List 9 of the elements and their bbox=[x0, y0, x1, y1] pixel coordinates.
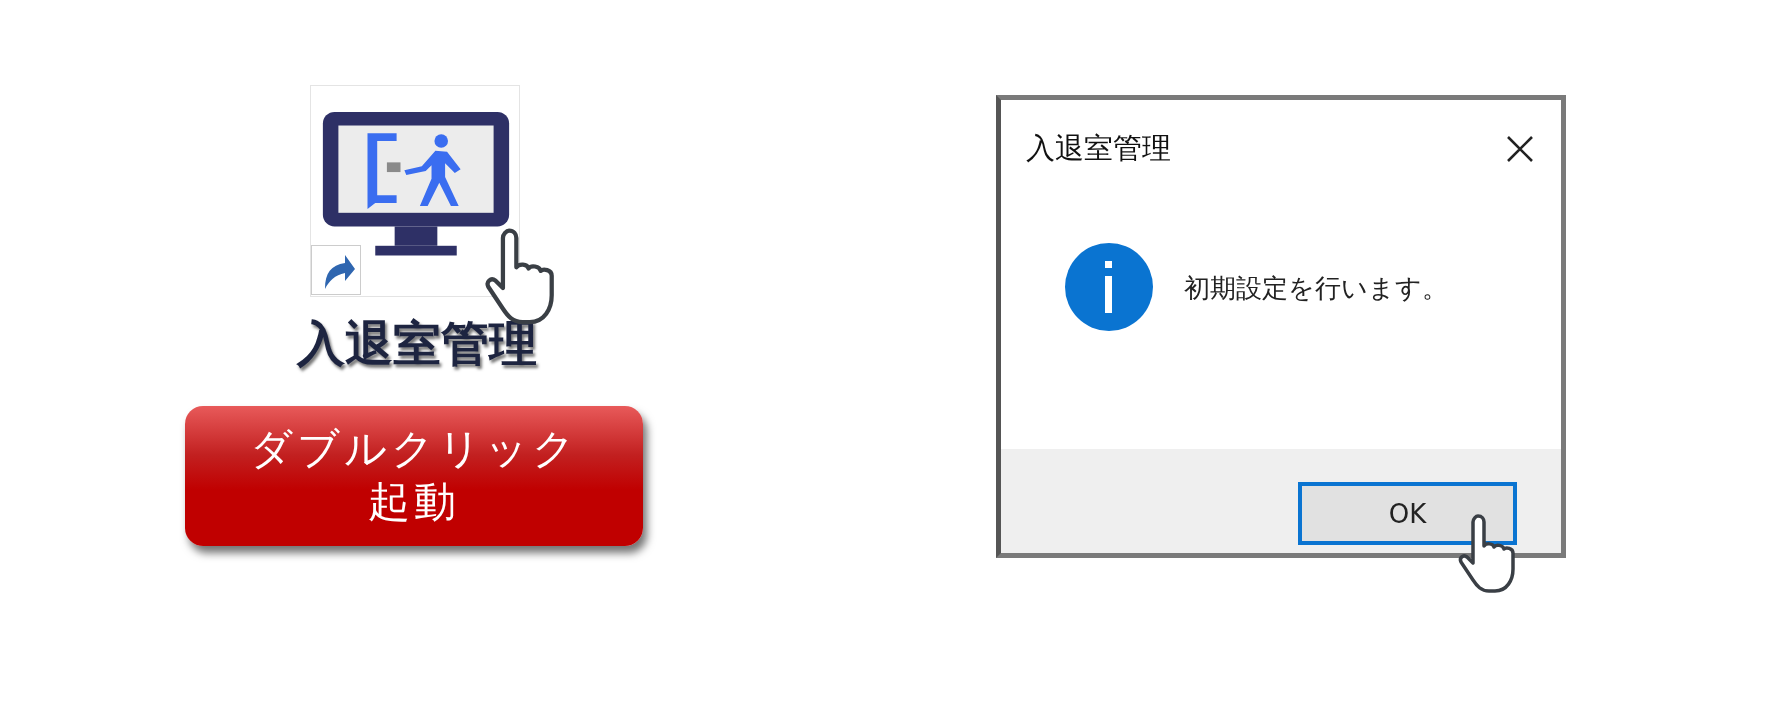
ok-button[interactable]: OK bbox=[1298, 482, 1517, 545]
shortcut-label[interactable]: 入退室管理 bbox=[291, 317, 537, 370]
close-icon[interactable] bbox=[1505, 134, 1535, 164]
banner-text: 起動 bbox=[368, 476, 460, 528]
banner-text: ダブルクリック bbox=[249, 424, 579, 475]
dialog-message: 初期設定を行います。 bbox=[1184, 272, 1448, 305]
info-icon bbox=[1064, 241, 1154, 332]
dialog-title: 入退室管理 bbox=[1026, 130, 1171, 167]
shortcut-icon-tile[interactable] bbox=[310, 85, 520, 297]
